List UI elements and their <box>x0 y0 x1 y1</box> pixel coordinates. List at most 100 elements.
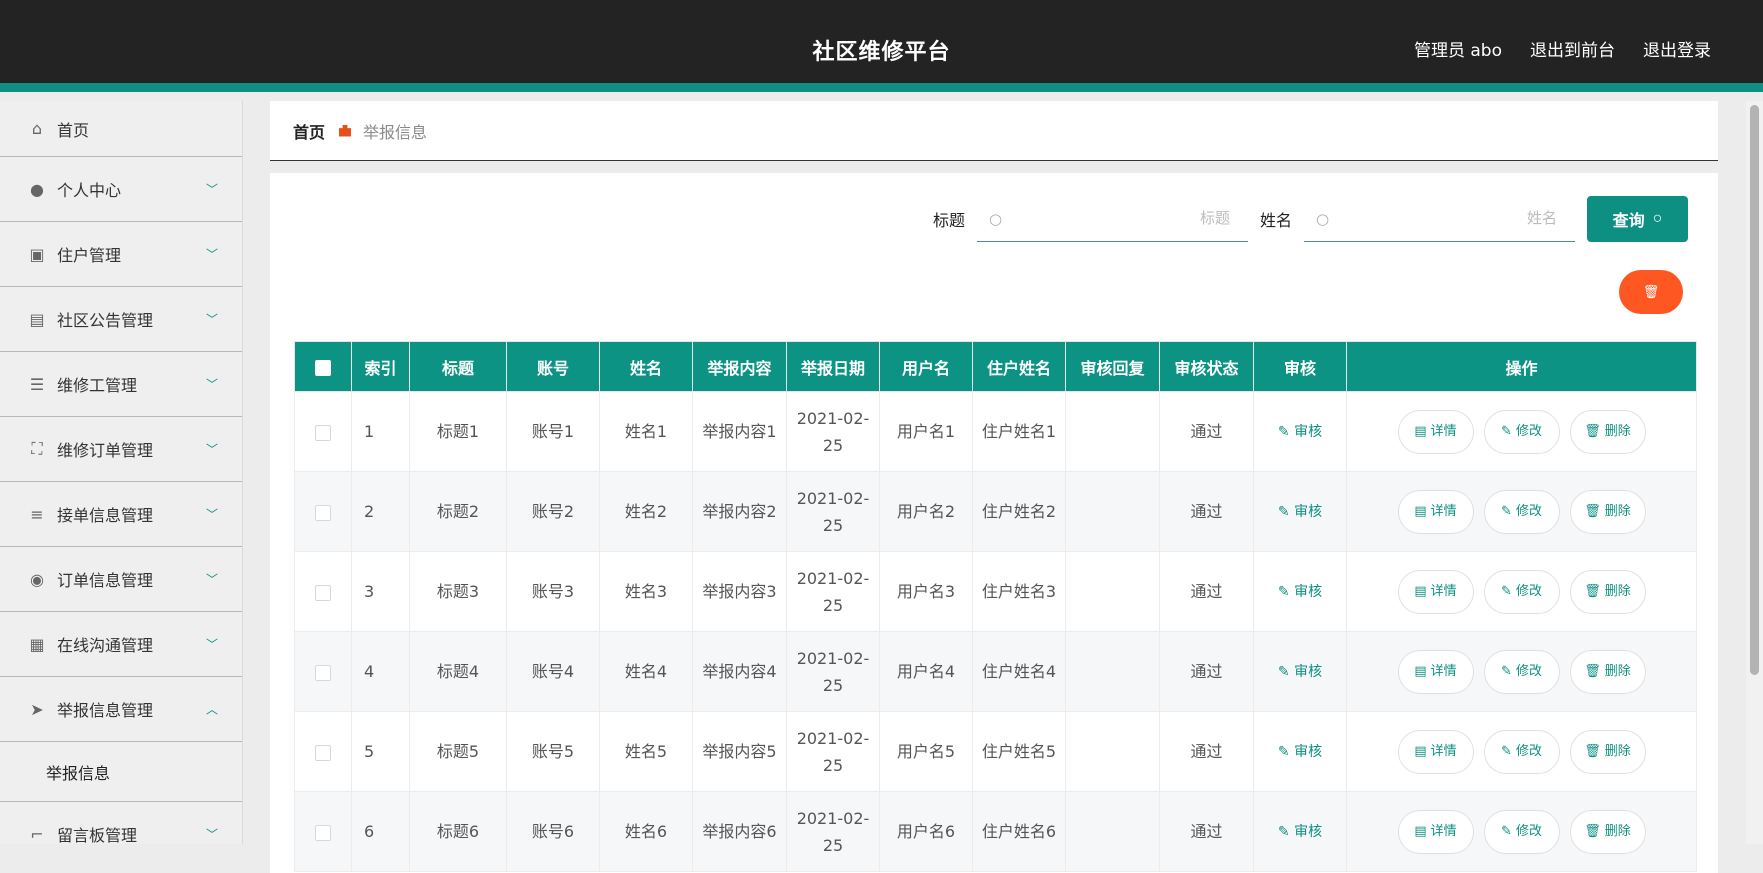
cell-audit: ✎ 审核 <box>1253 471 1347 552</box>
edit-icon: ✎ <box>1501 504 1512 519</box>
user-icon: ● <box>30 179 44 199</box>
column-header: 住户姓名 <box>972 341 1066 392</box>
chevron-down-icon: ﹀ <box>205 572 218 587</box>
cell-resident: 住户姓名5 <box>972 711 1066 792</box>
detail-button[interactable]: ▤ 详情 <box>1397 729 1474 774</box>
edit-icon: ✎ <box>1277 424 1295 440</box>
edit-button[interactable]: ✎ 修改 <box>1483 569 1560 614</box>
column-header: 标题 <box>409 341 507 392</box>
name-search-input[interactable] <box>1329 210 1557 227</box>
cell-date: 2021-02-25 <box>786 791 880 872</box>
cell-reply <box>1065 631 1160 712</box>
frame-icon: ⛶ <box>31 439 43 458</box>
cell-index: 5 <box>351 711 410 792</box>
sidebar-item-9[interactable]: ➤ 举报信息管理 ︿ <box>0 677 242 742</box>
sidebar-item-3[interactable]: ▤ 社区公告管理 ﹀ <box>0 287 242 352</box>
edit-button[interactable]: ✎ 修改 <box>1483 729 1560 774</box>
audit-button[interactable]: ✎ 审核 <box>1278 424 1322 440</box>
audit-button[interactable]: ✎ 审核 <box>1278 504 1322 520</box>
admin-user[interactable]: 管理员 abo <box>1414 36 1502 61</box>
edit-icon: ✎ <box>1277 504 1295 520</box>
cell-name: 姓名1 <box>599 391 693 472</box>
scrollbar-thumb[interactable] <box>1750 105 1759 675</box>
sidebar-item-2[interactable]: ▣ 住户管理 ﹀ <box>0 222 242 287</box>
delete-button[interactable]: 🗑 删除 <box>1569 569 1646 614</box>
row-select-cell <box>294 791 352 872</box>
sidebar-item-1[interactable]: ● 个人中心 ﹀ <box>0 157 242 222</box>
row-checkbox[interactable] <box>315 824 331 841</box>
cell-account: 账号4 <box>506 631 600 712</box>
sidebar-item-7[interactable]: ◉ 订单信息管理 ﹀ <box>0 547 242 612</box>
delete-button[interactable]: 🗑 删除 <box>1569 729 1646 774</box>
detail-button[interactable]: ▤ 详情 <box>1397 569 1474 614</box>
row-checkbox[interactable] <box>315 744 331 761</box>
edit-icon: ✎ <box>1501 424 1512 439</box>
cell-status: 通过 <box>1159 471 1254 552</box>
title-search-input[interactable] <box>1002 210 1230 227</box>
edit-icon: ✎ <box>1277 824 1295 840</box>
edit-label: 修改 <box>1515 504 1542 519</box>
content-panel: 标题 ○ 姓名 ○ 查询 ○ 🗑 <box>270 173 1718 873</box>
batch-delete-button[interactable]: 🗑 <box>1619 270 1683 314</box>
cell-actions: ▤ 详情 ✎ 修改 🗑 删除 <box>1346 391 1697 472</box>
sidebar-item-label: 接单信息管理 <box>57 506 154 525</box>
submenu-item-report-info[interactable]: 举报信息 <box>0 742 242 802</box>
row-actions: ▤ 详情 ✎ 修改 🗑 删除 <box>1347 809 1696 854</box>
row-checkbox[interactable] <box>315 424 331 441</box>
edit-button[interactable]: ✎ 修改 <box>1483 489 1560 534</box>
delete-button[interactable]: 🗑 删除 <box>1569 649 1646 694</box>
cell-name: 姓名4 <box>599 631 693 712</box>
detail-button[interactable]: ▤ 详情 <box>1397 649 1474 694</box>
row-checkbox[interactable] <box>315 504 331 521</box>
report-table: 索引 标题 账号 姓名 举报内容 举报日期 用户名 住户姓名 审核回复 审核状态 审核 操作 1 标题1… <box>294 341 1697 872</box>
detail-button[interactable]: ▤ 详情 <box>1397 489 1474 534</box>
detail-button[interactable]: ▤ 详情 <box>1397 809 1474 854</box>
row-checkbox[interactable] <box>315 664 331 681</box>
select-all-checkbox[interactable] <box>315 359 331 376</box>
delete-label: 删除 <box>1604 824 1631 839</box>
delete-button[interactable]: 🗑 删除 <box>1569 809 1646 854</box>
sidebar-item-5[interactable]: ⛶ 维修订单管理 ﹀ <box>0 417 242 482</box>
front-page-link[interactable]: 退出到前台 <box>1530 36 1615 61</box>
breadcrumb-home[interactable]: 首页 <box>293 119 325 143</box>
sidebar-item-6[interactable]: ≡ 接单信息管理 ﹀ <box>0 482 242 547</box>
edit-icon: ✎ <box>1501 744 1512 759</box>
cell-name: 姓名2 <box>599 471 693 552</box>
search-bar: 标题 ○ 姓名 ○ 查询 ○ <box>921 196 1688 242</box>
detail-label: 详情 <box>1430 824 1457 839</box>
edit-button[interactable]: ✎ 修改 <box>1483 649 1560 694</box>
sidebar-item-0[interactable]: ⌂ 首页 <box>0 101 242 157</box>
detail-label: 详情 <box>1430 584 1457 599</box>
trash-icon: 🗑 <box>1584 504 1601 519</box>
row-checkbox[interactable] <box>315 584 331 601</box>
query-button[interactable]: 查询 ○ <box>1587 196 1688 242</box>
column-header: 审核回复 <box>1065 341 1160 392</box>
logout-link[interactable]: 退出登录 <box>1643 36 1711 61</box>
column-header: 姓名 <box>599 341 693 392</box>
page-scrollbar[interactable] <box>1746 101 1763 844</box>
audit-button[interactable]: ✎ 审核 <box>1278 584 1322 600</box>
document-icon: ▤ <box>1414 664 1427 679</box>
cell-username: 用户名3 <box>879 551 973 632</box>
delete-button[interactable]: 🗑 删除 <box>1569 409 1646 454</box>
sidebar-item-4[interactable]: ☰ 维修工管理 ﹀ <box>0 352 242 417</box>
search-icon: ○ <box>1652 210 1663 227</box>
cell-index: 4 <box>351 631 410 712</box>
table-row: 6 标题6 账号6 姓名6 举报内容6 2021-02-25 用户名6 住户姓名6 通过 ✎ 审核… <box>294 791 1697 872</box>
row-actions: ▤ 详情 ✎ 修改 🗑 删除 <box>1347 569 1696 614</box>
detail-button[interactable]: ▤ 详情 <box>1397 409 1474 454</box>
sidebar-item-10[interactable]: ⌐ 留言板管理 ﹀ <box>0 802 242 845</box>
delete-button[interactable]: 🗑 删除 <box>1569 489 1646 534</box>
edit-button[interactable]: ✎ 修改 <box>1483 809 1560 854</box>
cell-reply <box>1065 471 1160 552</box>
audit-button[interactable]: ✎ 审核 <box>1278 664 1322 680</box>
edit-button[interactable]: ✎ 修改 <box>1483 409 1560 454</box>
list-icon: ☰ <box>29 374 45 394</box>
title-search-label: 标题 <box>932 211 965 230</box>
cell-actions: ▤ 详情 ✎ 修改 🗑 删除 <box>1346 631 1697 712</box>
cell-title: 标题6 <box>409 791 507 872</box>
sidebar-item-8[interactable]: ▦ 在线沟通管理 ﹀ <box>0 612 242 677</box>
audit-button[interactable]: ✎ 审核 <box>1278 744 1322 760</box>
breadcrumb: 首页 举报信息 <box>270 101 1718 161</box>
audit-button[interactable]: ✎ 审核 <box>1278 824 1322 840</box>
